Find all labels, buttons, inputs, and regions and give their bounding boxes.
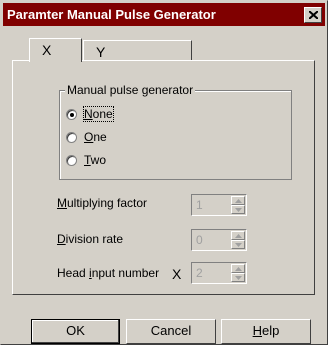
group-label: Manual pulse generator <box>65 83 196 97</box>
dialog-window: Paramter Manual Pulse Generator Y X Manu… <box>0 0 328 345</box>
arrow-down-icon <box>235 276 242 280</box>
arrow-down-icon <box>235 243 242 247</box>
close-icon <box>309 11 318 19</box>
head-input-number-label: Head input number <box>57 266 160 280</box>
spin-up-button[interactable] <box>231 196 245 205</box>
tab-y[interactable]: Y <box>83 40 192 61</box>
spinner-value: 1 <box>196 198 203 212</box>
spin-down-button[interactable] <box>231 273 245 282</box>
spinner-value: 0 <box>196 233 203 247</box>
radio-label: None <box>83 106 114 122</box>
head-input-number-spinner[interactable]: 2 <box>191 262 247 284</box>
spin-down-button[interactable] <box>231 240 245 249</box>
arrow-up-icon <box>235 199 242 203</box>
arrow-up-icon <box>235 234 242 238</box>
division-rate-spinner[interactable]: 0 <box>191 229 247 251</box>
spin-up-button[interactable] <box>231 231 245 240</box>
cancel-button[interactable]: Cancel <box>126 319 216 344</box>
title-bar[interactable]: Paramter Manual Pulse Generator <box>3 3 325 26</box>
spin-down-button[interactable] <box>231 205 245 214</box>
radio-circle[interactable] <box>66 132 77 143</box>
help-button[interactable]: Help <box>221 319 311 344</box>
spin-up-button[interactable] <box>231 264 245 273</box>
radio-circle[interactable] <box>66 109 77 120</box>
multiplying-factor-label: Multiplying factor <box>57 196 148 210</box>
arrow-up-icon <box>235 267 242 271</box>
tab-x-label: X <box>42 42 52 58</box>
division-rate-label: Division rate <box>57 232 124 246</box>
tab-x[interactable]: X <box>29 38 82 62</box>
axis-label: X <box>172 266 182 282</box>
radio-label: Two <box>84 153 107 167</box>
window-title: Paramter Manual Pulse Generator <box>7 7 216 22</box>
tab-y-label: Y <box>96 44 106 60</box>
arrow-down-icon <box>235 208 242 212</box>
ok-button[interactable]: OK <box>31 319 120 344</box>
multiplying-factor-spinner[interactable]: 1 <box>191 194 247 216</box>
spinner-value: 2 <box>196 266 203 280</box>
close-button[interactable] <box>304 7 322 23</box>
radio-circle[interactable] <box>66 155 77 166</box>
radio-label: One <box>84 130 107 144</box>
